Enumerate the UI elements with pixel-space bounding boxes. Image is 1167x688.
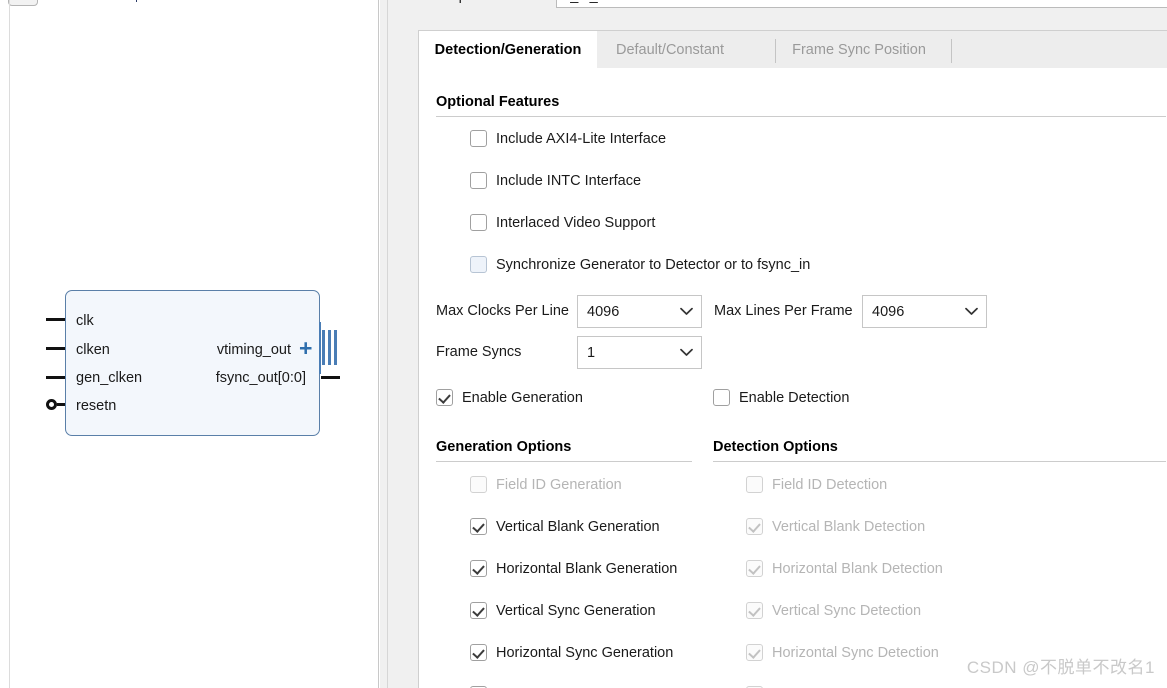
checkbox-label: Horizontal Sync Detection xyxy=(772,644,939,661)
checkbox-row-include-axi4-lite[interactable]: Include AXI4-Lite Interface xyxy=(470,130,666,147)
tab-separator-right xyxy=(951,39,952,63)
canvas-left-border xyxy=(9,0,10,688)
checkbox-enable-detection[interactable] xyxy=(713,389,730,406)
section-heading-generation-options: Generation Options xyxy=(436,439,572,455)
checkbox-label: Horizontal Sync Generation xyxy=(496,644,674,661)
pin-stub-resetn xyxy=(57,403,65,406)
pin-label-resetn: resetn xyxy=(76,398,117,414)
dropdown-max-lines-per-frame[interactable]: 4096 xyxy=(862,295,987,328)
tab-default-constant[interactable]: Default/Constant xyxy=(597,31,743,69)
label-frame-syncs: Frame Syncs xyxy=(436,344,522,360)
component-name-row: Component Name xyxy=(388,0,1167,12)
section-heading-detection-options: Detection Options xyxy=(713,439,838,455)
section-heading-optional-features: Optional Features xyxy=(436,94,560,110)
bus-expand-plus-icon[interactable]: + xyxy=(299,337,312,360)
checkbox-interlaced-video-support[interactable] xyxy=(470,214,487,231)
checkbox-row-horizontal-sync-generation[interactable]: Horizontal Sync Generation xyxy=(470,644,673,661)
checkbox-row-field-id-generation: Field ID Generation xyxy=(470,476,622,493)
checkbox-enable-generation[interactable] xyxy=(436,389,453,406)
checkbox-label: Enable Generation xyxy=(462,389,583,406)
checkbox-horizontal-sync-detection xyxy=(746,644,763,661)
bus-connector-icon xyxy=(322,330,339,365)
checkbox-field-id-generation xyxy=(470,476,487,493)
dropdown-value: 1 xyxy=(587,344,596,361)
checkbox-label: Vertical Blank Generation xyxy=(496,518,660,535)
ip-symbol-canvas: clk clken gen_clken resetn vtiming_out f… xyxy=(0,0,379,688)
checkbox-label: Vertical Sync Generation xyxy=(496,602,656,619)
checkbox-row-horizontal-blank-detection: Horizontal Blank Detection xyxy=(746,560,943,577)
canvas-tick-mark xyxy=(136,0,137,2)
tab-frame-sync-position[interactable]: Frame Sync Position xyxy=(777,31,941,69)
section-rule-generation-options xyxy=(436,461,692,462)
checkbox-row-enable-generation[interactable]: Enable Generation xyxy=(436,389,583,406)
properties-panel: Component Name Detection/Generation Defa… xyxy=(388,0,1167,688)
pin-label-vtiming_out: vtiming_out xyxy=(216,342,291,358)
checkbox-synchronize-generator[interactable] xyxy=(470,256,487,273)
checkbox-label: Include INTC Interface xyxy=(496,172,642,189)
checkbox-include-axi4-lite[interactable] xyxy=(470,130,487,147)
pin-stub-clk xyxy=(46,318,65,321)
checkbox-label: Interlaced Video Support xyxy=(496,214,656,231)
app-root: clk clken gen_clken resetn vtiming_out f… xyxy=(0,0,1167,688)
checkbox-row-vertical-sync-detection: Vertical Sync Detection xyxy=(746,602,921,619)
checkbox-label: Field ID Detection xyxy=(772,476,888,493)
pin-label-clk: clk xyxy=(76,313,94,329)
checkbox-label: Field ID Generation xyxy=(496,476,622,493)
tab-separator xyxy=(775,39,776,63)
dropdown-max-clocks-per-line[interactable]: 4096 xyxy=(577,295,702,328)
component-name-input[interactable] xyxy=(556,0,1167,8)
checkbox-label: Horizontal Blank Detection xyxy=(772,560,943,577)
pin-stub-fsync_out xyxy=(321,376,340,379)
checkbox-label: Synchronize Generator to Detector or to … xyxy=(496,256,811,273)
checkbox-row-interlaced-video[interactable]: Interlaced Video Support xyxy=(470,214,655,231)
tab-detection-generation[interactable]: Detection/Generation xyxy=(419,31,597,69)
pin-stub-gen_clken xyxy=(46,376,65,379)
label-max-clocks-per-line: Max Clocks Per Line xyxy=(436,303,569,319)
chevron-down-icon[interactable] xyxy=(671,307,701,316)
checkbox-label: Vertical Sync Detection xyxy=(772,602,922,619)
checkbox-label: Vertical Blank Detection xyxy=(772,518,926,535)
tab-panel-detection-generation: Optional Features Include AXI4-Lite Inte… xyxy=(418,68,1167,688)
pin-stub-clken xyxy=(46,347,65,350)
checkbox-row-horizontal-blank-generation[interactable]: Horizontal Blank Generation xyxy=(470,560,677,577)
checkbox-vertical-blank-detection xyxy=(746,518,763,535)
checkbox-include-intc[interactable] xyxy=(470,172,487,189)
pin-label-gen_clken: gen_clken xyxy=(76,370,143,386)
section-rule-optional-features xyxy=(436,116,1166,117)
toolbar-button-stub[interactable] xyxy=(8,0,38,6)
tab-strip: Detection/Generation Default/Constant Fr… xyxy=(418,30,1167,69)
checkbox-row-synchronize-generator[interactable]: Synchronize Generator to Detector or to … xyxy=(470,256,810,273)
dropdown-frame-syncs[interactable]: 1 xyxy=(577,336,702,369)
pin-circle-resetn xyxy=(46,399,57,410)
chevron-down-icon[interactable] xyxy=(671,348,701,357)
checkbox-row-enable-detection[interactable]: Enable Detection xyxy=(713,389,849,406)
checkbox-vertical-blank-generation[interactable] xyxy=(470,518,487,535)
dropdown-value: 4096 xyxy=(872,303,905,320)
watermark-text: CSDN @不脱单不改名1 xyxy=(966,658,1155,677)
checkbox-row-vertical-blank-generation[interactable]: Vertical Blank Generation xyxy=(470,518,660,535)
checkbox-horizontal-sync-generation[interactable] xyxy=(470,644,487,661)
ip-block-body[interactable] xyxy=(65,290,320,436)
section-rule-detection-options xyxy=(713,461,1166,462)
checkbox-horizontal-blank-generation[interactable] xyxy=(470,560,487,577)
dropdown-value: 4096 xyxy=(587,303,620,320)
chevron-down-icon[interactable] xyxy=(956,307,986,316)
pin-label-fsync_out: fsync_out[0:0] xyxy=(215,370,306,386)
checkbox-vertical-sync-detection xyxy=(746,602,763,619)
checkbox-row-vertical-blank-detection: Vertical Blank Detection xyxy=(746,518,925,535)
checkbox-horizontal-blank-detection xyxy=(746,560,763,577)
checkbox-label: Enable Detection xyxy=(739,389,850,406)
pin-label-clken: clken xyxy=(76,342,110,358)
checkbox-vertical-sync-generation[interactable] xyxy=(470,602,487,619)
bus-trunk-line xyxy=(319,322,321,374)
component-name-label: Component Name xyxy=(428,0,546,4)
label-max-lines-per-frame: Max Lines Per Frame xyxy=(714,303,853,319)
checkbox-row-field-id-detection: Field ID Detection xyxy=(746,476,887,493)
checkbox-row-horizontal-sync-detection: Horizontal Sync Detection xyxy=(746,644,939,661)
checkbox-field-id-detection xyxy=(746,476,763,493)
checkbox-label: Include AXI4-Lite Interface xyxy=(496,130,667,147)
checkbox-row-vertical-sync-generation[interactable]: Vertical Sync Generation xyxy=(470,602,656,619)
checkbox-row-include-intc[interactable]: Include INTC Interface xyxy=(470,172,641,189)
checkbox-label: Horizontal Blank Generation xyxy=(496,560,678,577)
